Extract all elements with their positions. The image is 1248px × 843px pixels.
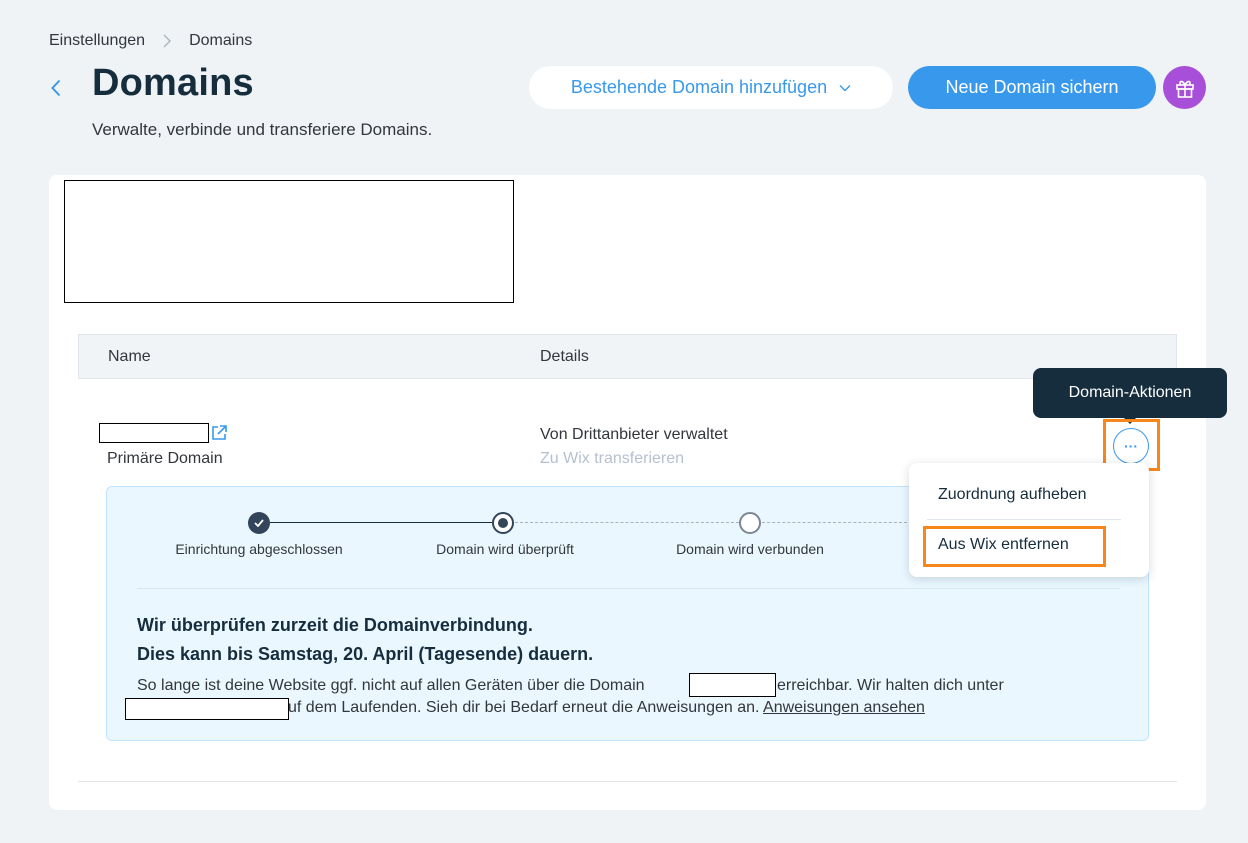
- page-title: Domains: [92, 62, 254, 104]
- step-label-pending: Domain wird verbunden: [676, 541, 824, 557]
- view-instructions-link[interactable]: Anweisungen ansehen: [763, 699, 925, 716]
- breadcrumb-domains: Domains: [189, 32, 253, 49]
- add-existing-domain-button[interactable]: Bestehende Domain hinzufügen: [529, 66, 893, 109]
- email-inline-redacted: [125, 698, 289, 720]
- verification-text-line1: So lange ist deine Website ggf. nicht au…: [137, 677, 645, 695]
- column-header-details: Details: [540, 348, 589, 365]
- primary-domain-label: Primäre Domain: [107, 450, 223, 467]
- progress-line-pending-2: [762, 522, 907, 523]
- step-label-done: Einrichtung abgeschlossen: [175, 541, 343, 557]
- chevron-down-icon: [839, 84, 851, 91]
- column-header-name: Name: [108, 348, 151, 365]
- transfer-to-wix-link[interactable]: Zu Wix transferieren: [540, 450, 684, 468]
- page-subtitle: Verwalte, verbinde und transferiere Doma…: [92, 120, 433, 139]
- check-icon: [254, 519, 264, 527]
- domain-actions-tooltip: Domain-Aktionen: [1033, 368, 1227, 424]
- add-existing-domain-label: Bestehende Domain hinzufügen: [570, 77, 828, 97]
- domain-inline-redacted: [689, 673, 776, 697]
- step-label-current: Domain wird überprüft: [436, 541, 574, 557]
- menu-divider: [927, 519, 1121, 520]
- table-header: Name Details: [78, 334, 1177, 379]
- verification-text-part2: erreichbar. Wir halten dich unter: [777, 677, 1004, 694]
- verification-title-line1: Wir überprüfen zurzeit die Domainverbind…: [137, 615, 533, 635]
- progress-line-done: [270, 522, 492, 523]
- chevron-left-icon: [51, 79, 61, 97]
- progress-line-pending: [515, 522, 739, 523]
- row-divider: [78, 781, 1177, 782]
- external-link-icon[interactable]: [210, 424, 228, 442]
- domain-name-redacted: [99, 423, 209, 443]
- info-divider: [137, 588, 1120, 589]
- more-icon: ···: [1124, 438, 1138, 454]
- highlight-remove-item: [923, 526, 1106, 567]
- breadcrumb: Einstellungen Domains: [49, 32, 252, 50]
- gift-button[interactable]: [1163, 66, 1206, 109]
- breadcrumb-settings[interactable]: Einstellungen: [49, 32, 145, 50]
- verification-text-line2-text: uf dem Laufenden. Sieh dir bei Bedarf er…: [288, 699, 760, 716]
- step-done-dot: [248, 512, 270, 534]
- step-pending-dot: [739, 512, 761, 534]
- verification-title-line2: Dies kann bis Samstag, 20. April (Tagese…: [137, 644, 594, 664]
- more-actions-button[interactable]: ···: [1113, 428, 1149, 464]
- gift-icon: [1175, 80, 1194, 98]
- verification-text-part1: So lange ist deine Website ggf. nicht au…: [137, 677, 645, 694]
- managed-by-text: Von Drittanbieter verwaltet: [540, 426, 728, 443]
- verification-text-line2: uf dem Laufenden. Sieh dir bei Bedarf er…: [288, 699, 925, 717]
- step-current-dot: [492, 512, 514, 534]
- chevron-right-icon: [163, 34, 171, 48]
- menu-item-unassign[interactable]: Zuordnung aufheben: [938, 486, 1087, 504]
- new-domain-button[interactable]: Neue Domain sichern: [908, 66, 1156, 109]
- redacted-area: [64, 180, 514, 303]
- back-button[interactable]: [46, 76, 66, 100]
